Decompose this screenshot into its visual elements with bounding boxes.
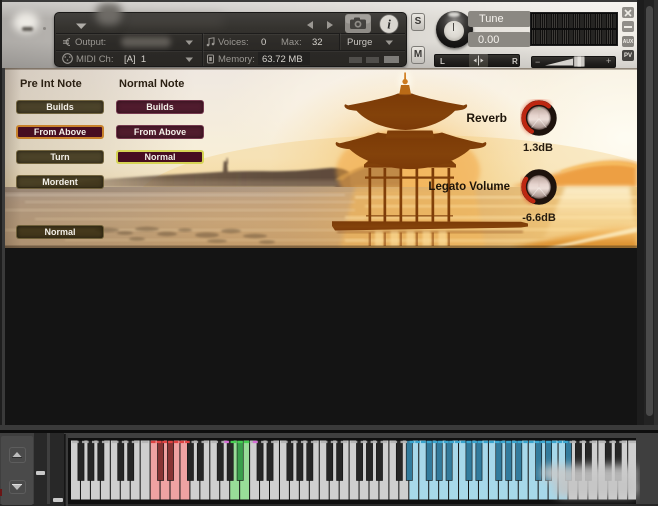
svg-text:i: i <box>387 17 391 32</box>
